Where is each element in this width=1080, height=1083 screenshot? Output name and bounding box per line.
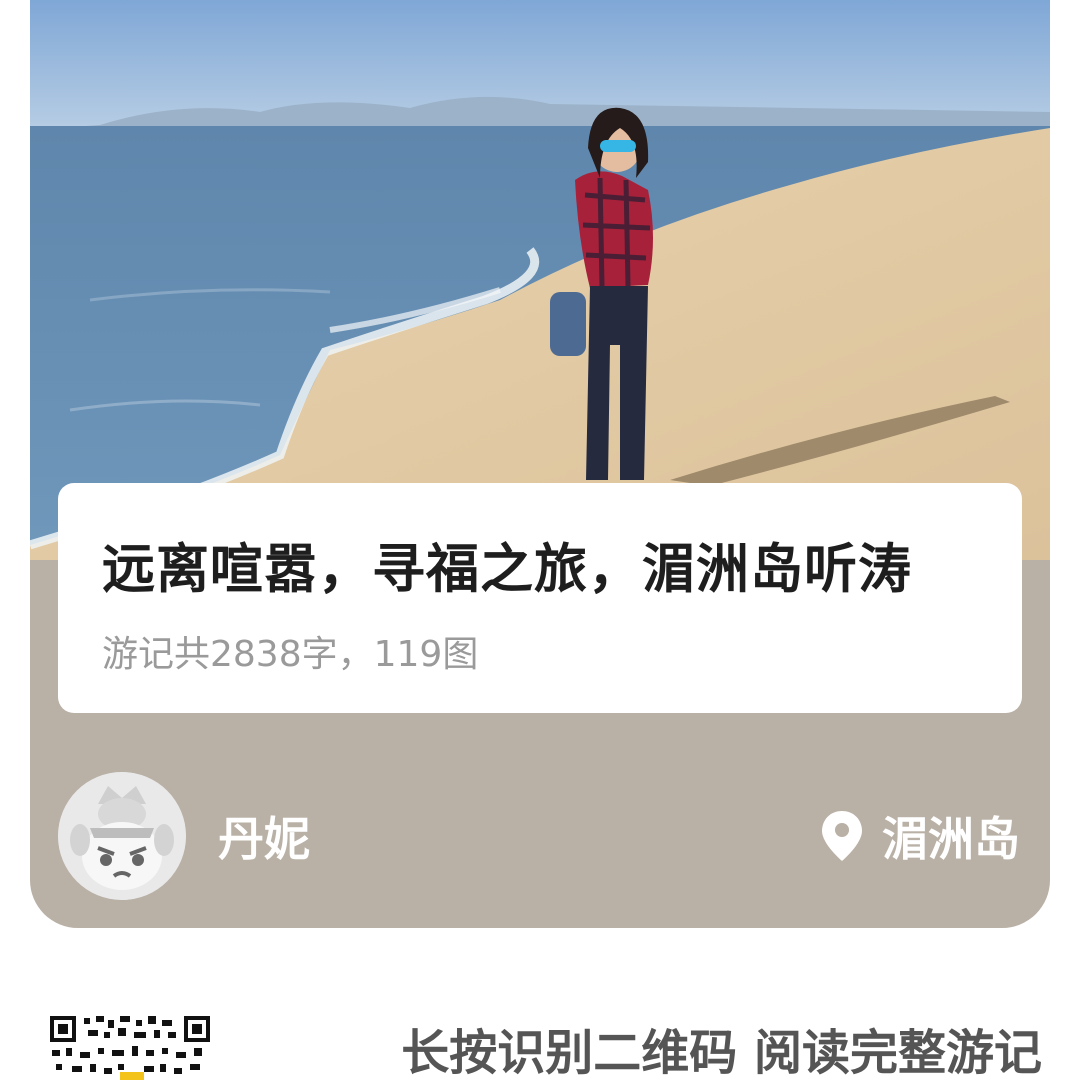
cartoon-avatar-icon: [58, 772, 186, 900]
cover-photo: [30, 0, 1050, 560]
title-panel[interactable]: 远离喧嚣，寻福之旅，湄洲岛听涛 游记共2838字，119图: [58, 483, 1022, 713]
post-meta: 游记共2838字，119图: [102, 634, 479, 675]
qr-code[interactable]: [48, 1014, 212, 1080]
author-name[interactable]: 丹妮: [218, 803, 310, 869]
qr-code-icon: [48, 1014, 212, 1080]
share-card: 远离喧嚣，寻福之旅，湄洲岛听涛 游记共2838字，119图 丹妮 湄洲岛: [30, 0, 1050, 928]
location-tag[interactable]: 湄洲岛: [820, 803, 1020, 869]
author-avatar[interactable]: [58, 772, 186, 900]
scan-prompt: 长按识别二维码 阅读完整游记: [401, 1025, 1042, 1081]
location-pin-icon: [822, 811, 862, 861]
post-title: 远离喧嚣，寻福之旅，湄洲岛听涛: [102, 539, 912, 600]
location-name: 湄洲岛: [882, 812, 1020, 866]
